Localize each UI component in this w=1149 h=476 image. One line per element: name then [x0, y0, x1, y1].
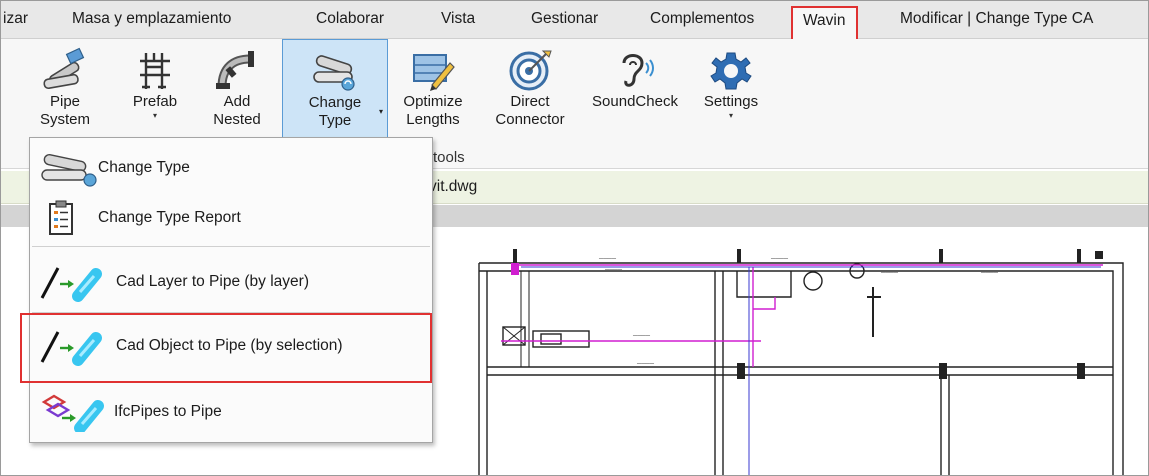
menu-separator [32, 246, 430, 247]
settings-gear-icon [710, 52, 752, 90]
ribbon-tab-bar: izar Masa y emplazamiento Colaborar Vist… [1, 1, 1148, 39]
prefab-label: Prefab [132, 93, 178, 110]
svg-text:────: ──── [880, 270, 899, 276]
ifc-to-pipe-icon [41, 394, 104, 432]
optimize-lengths-button[interactable]: Optimize Lengths [391, 39, 475, 139]
svg-text:────: ──── [632, 333, 651, 339]
tab-izar[interactable]: izar [3, 10, 28, 28]
menu-item-label: Change Type Report [98, 209, 241, 226]
change-type-dropdown-icon[interactable]: ▾ [379, 107, 383, 116]
optimize-label-2: Lengths [406, 111, 460, 128]
tab-complementos[interactable]: Complementos [650, 10, 754, 28]
soundcheck-button[interactable]: SoundCheck [583, 39, 687, 139]
tab-vista[interactable]: Vista [441, 10, 475, 28]
add-nested-label-2: Nested [213, 111, 261, 128]
change-type-icon [313, 55, 355, 91]
change-type-dropdown-menu: Change Type Change Type Report Cad Layer… [29, 137, 433, 443]
svg-text:────: ──── [770, 256, 789, 262]
highlight-frame [20, 313, 432, 383]
soundcheck-label: SoundCheck [592, 93, 678, 110]
tab-masa-y-emplazamiento[interactable]: Masa y emplazamiento [72, 10, 231, 28]
settings-label: Settings [703, 93, 759, 110]
menu-item-change-type[interactable]: Change Type [30, 146, 432, 190]
add-nested-icon [216, 51, 254, 89]
menu-item-change-type-report[interactable]: Change Type Report [30, 196, 432, 240]
menu-item-ifcpipes-to-pipe[interactable]: IfcPipes to Pipe [30, 390, 432, 434]
direct-connector-icon [509, 50, 552, 91]
direct-connector-label-2: Connector [495, 111, 565, 128]
change-type-button[interactable]: Change Type ▾ [282, 39, 388, 139]
cad-filename: vit.dwg [429, 178, 478, 195]
add-nested-button[interactable]: Add Nested [202, 39, 272, 139]
menu-item-label: IfcPipes to Pipe [114, 403, 222, 420]
direct-connector-button[interactable]: Direct Connector [481, 39, 579, 139]
settings-dropdown-icon[interactable]: ▾ [691, 111, 771, 120]
menu-item-label: Cad Layer to Pipe (by layer) [116, 273, 309, 290]
optimize-lengths-icon [413, 54, 455, 91]
prefab-icon [140, 53, 170, 89]
menu-item-cad-layer-to-pipe[interactable]: Cad Layer to Pipe (by layer) [30, 260, 432, 304]
optimize-label-1: Optimize [403, 93, 463, 110]
add-nested-label-1: Add [223, 93, 251, 110]
cad-to-pipe-icon [40, 267, 102, 302]
soundcheck-icon [622, 54, 654, 87]
pipe-system-icon [43, 47, 85, 90]
svg-text:────: ──── [636, 361, 655, 367]
tab-modificar-change-type[interactable]: Modificar | Change Type CA [900, 10, 1093, 28]
menu-item-label: Change Type [98, 159, 190, 176]
svg-text:────: ──── [980, 270, 999, 276]
tab-gestionar[interactable]: Gestionar [531, 10, 598, 28]
prefab-dropdown-icon[interactable]: ▾ [125, 111, 185, 120]
pipe-system-button[interactable]: Pipe System [35, 39, 95, 139]
tab-colaborar[interactable]: Colaborar [316, 10, 384, 28]
svg-text:────: ──── [604, 267, 623, 273]
tab-wavin[interactable]: Wavin [791, 6, 858, 39]
change-type-label-1: Change [308, 94, 362, 111]
direct-connector-label-1: Direct [510, 93, 550, 110]
change-type-label-2: Type [318, 112, 352, 129]
revit-window: izar Masa y emplazamiento Colaborar Vist… [0, 0, 1149, 476]
ribbon-panel-label: tools [433, 149, 465, 166]
pipe-system-label-1: Pipe [49, 93, 81, 110]
prefab-button[interactable]: Prefab ▾ [125, 39, 185, 139]
pipe-system-label-2: System [39, 111, 90, 128]
svg-text:────: ──── [598, 256, 617, 262]
settings-button[interactable]: Settings ▾ [691, 39, 771, 139]
